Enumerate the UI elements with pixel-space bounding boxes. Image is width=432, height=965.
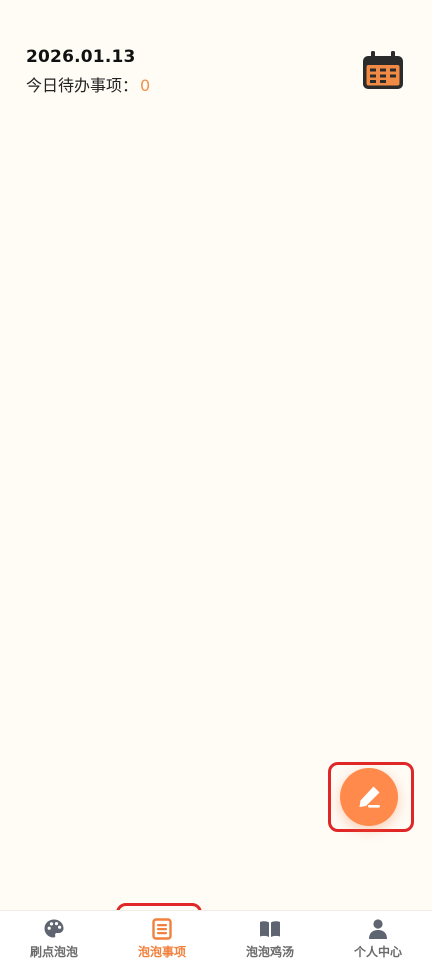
bottom-tab-bar: 刷点泡泡 泡泡事项 泡泡鸡汤 个人中心 bbox=[0, 910, 432, 965]
tab-label: 刷点泡泡 bbox=[29, 945, 78, 959]
header-date: 2026.01.13 bbox=[26, 47, 136, 67]
tab-bubble-soup[interactable]: 泡泡鸡汤 bbox=[216, 911, 324, 965]
book-icon bbox=[260, 921, 280, 937]
calendar-button[interactable] bbox=[360, 50, 406, 92]
tab-label: 泡泡事项 bbox=[137, 945, 186, 959]
todo-count: 0 bbox=[140, 76, 151, 95]
todo-label: 今日待办事项： bbox=[26, 76, 139, 95]
tab-bubble-todos[interactable]: 泡泡事项 bbox=[108, 911, 216, 965]
palette-icon bbox=[44, 919, 64, 938]
tab-profile[interactable]: 个人中心 bbox=[324, 911, 432, 965]
pencil-icon bbox=[359, 786, 380, 808]
user-icon bbox=[369, 919, 387, 939]
calendar-icon bbox=[363, 51, 403, 89]
todo-summary: 今日待办事项： 0 bbox=[26, 72, 150, 96]
tab-label: 个人中心 bbox=[353, 945, 402, 959]
add-todo-button[interactable] bbox=[340, 768, 398, 826]
tab-brush-bubbles[interactable]: 刷点泡泡 bbox=[0, 911, 108, 965]
list-icon bbox=[152, 918, 172, 940]
tab-label: 泡泡鸡汤 bbox=[245, 945, 294, 959]
